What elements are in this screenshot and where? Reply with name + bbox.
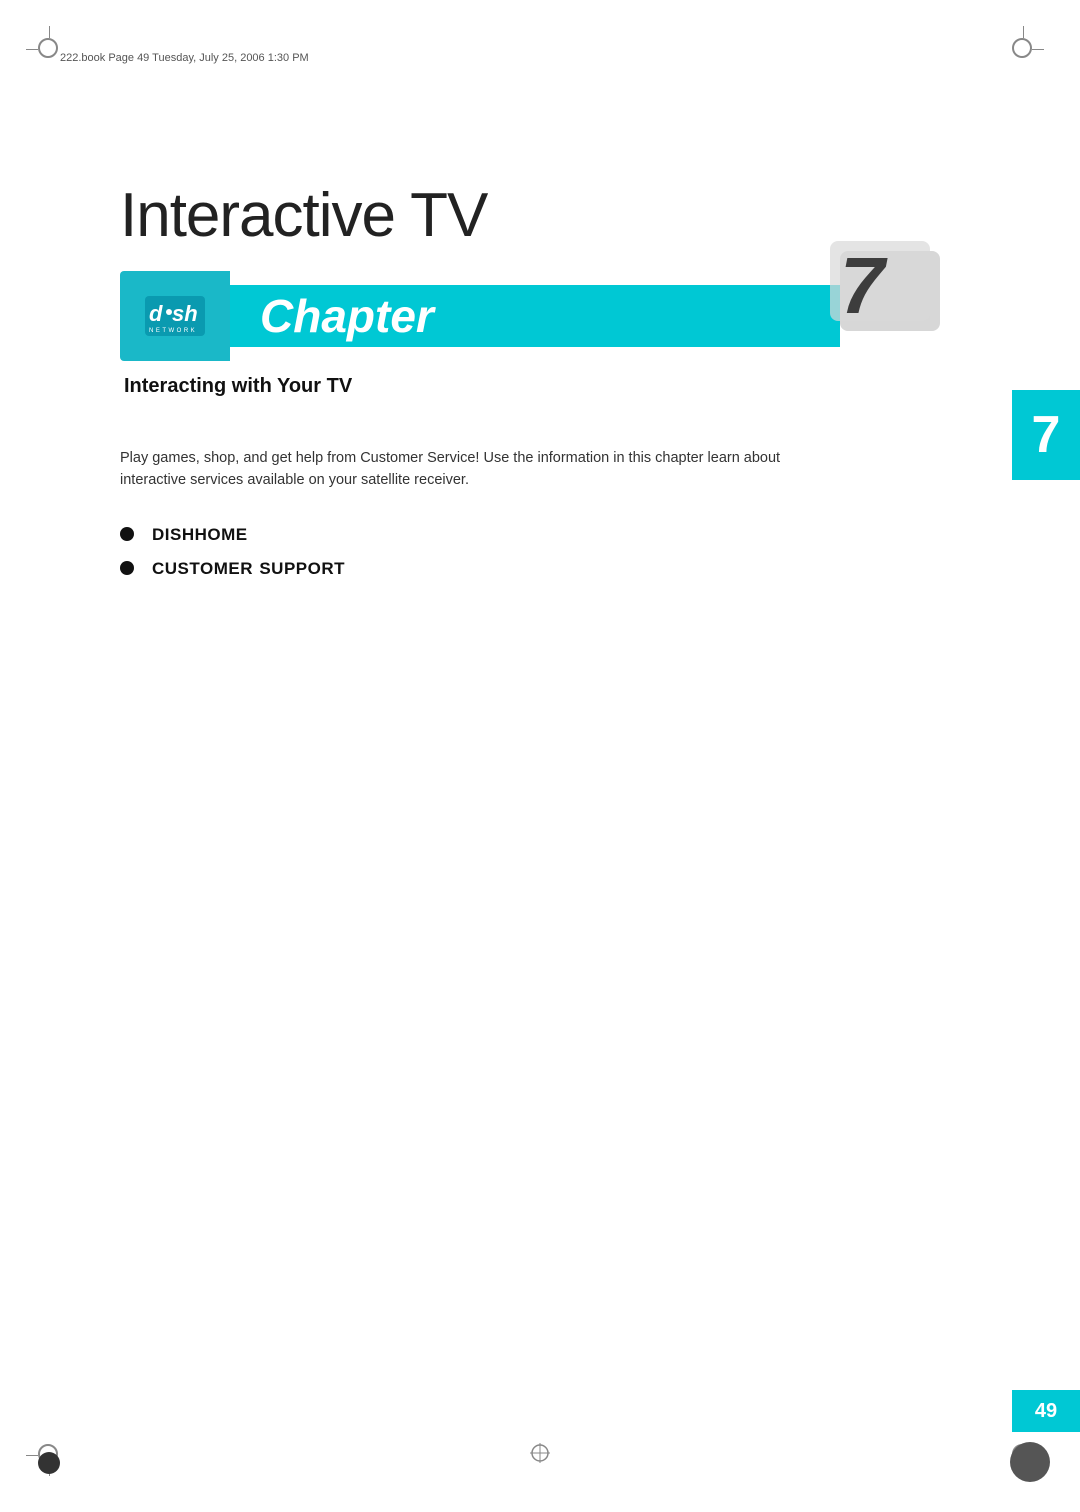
chapter-tab: 7 (1012, 390, 1080, 480)
bullet-text-dishhome: DISHHOME (152, 522, 248, 546)
chapter-description: Play games, shop, and get help from Cust… (120, 448, 820, 492)
bullet-dot-2 (120, 561, 134, 575)
page-content: Interactive TV d sh (120, 180, 960, 1392)
chapter-number-container: 7 (840, 261, 960, 371)
bullet-text-customer-support: CUSTOMER SUPPORT (152, 556, 345, 580)
list-item: CUSTOMER SUPPORT (120, 556, 960, 580)
list-item: DISHHOME (120, 522, 960, 546)
chapter-label-text: Chapter (260, 289, 434, 343)
chapter-banner-row: d sh NETWORK Chapter (120, 271, 960, 361)
svg-text:NETWORK: NETWORK (149, 328, 197, 334)
dish-logo-svg: d sh NETWORK (135, 286, 215, 346)
file-metadata: 222.book Page 49 Tuesday, July 25, 2006 … (60, 52, 309, 64)
filled-circle-mark-bl (38, 1452, 60, 1474)
chapter-subtitle: Interacting with Your TV (120, 375, 960, 398)
dish-logo-box: d sh NETWORK (120, 271, 230, 361)
chapter-number-svg: 7 (830, 241, 960, 361)
filled-circle-mark-br (1010, 1442, 1050, 1482)
bullet-dot-1 (120, 527, 134, 541)
chapter-label-banner: Chapter (230, 285, 840, 347)
svg-text:sh: sh (172, 301, 198, 326)
chapter-header: Interactive TV d sh (120, 180, 960, 398)
page-number: 49 (1035, 1400, 1057, 1423)
corner-mark-tr (1012, 38, 1042, 68)
chapter-tab-number: 7 (1032, 405, 1061, 465)
page-number-tab: 49 (1012, 1390, 1080, 1432)
dish-logo-inner: d sh NETWORK (135, 286, 215, 346)
svg-text:d: d (149, 301, 163, 326)
svg-text:7: 7 (840, 241, 888, 330)
bullet-list: DISHHOME CUSTOMER SUPPORT (120, 522, 960, 580)
bottom-center-mark (530, 1443, 550, 1468)
